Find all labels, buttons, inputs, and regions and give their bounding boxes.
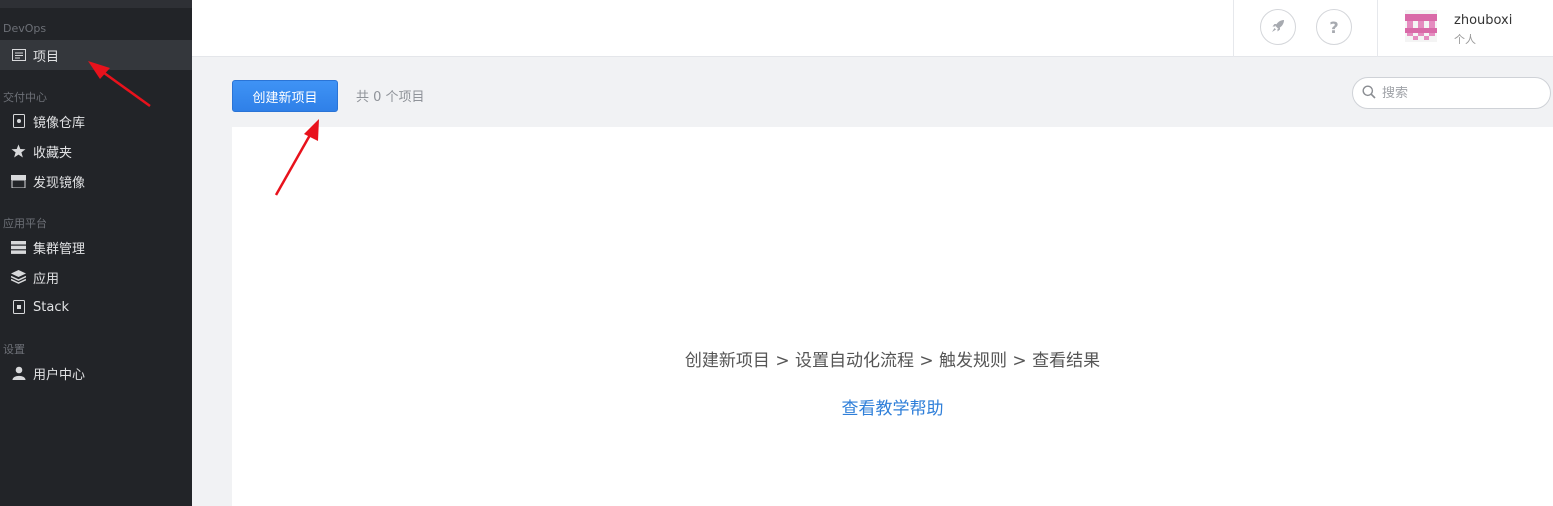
workflow-steps-text: 创建新项目 > 设置自动化流程 > 触发规则 > 查看结果 (684, 351, 1101, 371)
sidebar-section-settings: 设置 (3, 343, 25, 356)
search-box[interactable] (1352, 77, 1551, 109)
star-icon (11, 144, 26, 159)
stack-icon (11, 300, 26, 315)
user-icon (11, 366, 26, 381)
sidebar-item-favorites[interactable]: 收藏夹 (0, 136, 192, 166)
sidebar-item-label: 集群管理 (33, 241, 86, 257)
sidebar-top-strip (0, 0, 192, 8)
user-name[interactable]: zhouboxi (1454, 13, 1512, 28)
sidebar-item-label: 应用 (33, 271, 60, 287)
server-icon (11, 240, 26, 255)
store-icon (11, 174, 26, 189)
repository-icon (11, 114, 26, 129)
question-icon: ? (1329, 17, 1339, 37)
sidebar-item-projects[interactable]: 项目 (0, 40, 192, 70)
rocket-icon (1271, 18, 1285, 37)
sidebar-item-stack[interactable]: Stack (0, 292, 192, 322)
project-count: 共 0 个项目 (356, 90, 425, 105)
create-project-button[interactable]: 创建新项目 (232, 80, 338, 112)
sidebar-item-discover-images[interactable]: 发现镜像 (0, 166, 192, 196)
header-divider (1233, 0, 1234, 57)
sidebar-item-image-repository[interactable]: 镜像仓库 (0, 106, 192, 136)
sidebar-item-label: 项目 (33, 49, 60, 65)
sidebar-item-user-center[interactable]: 用户中心 (0, 358, 192, 388)
layers-icon (11, 270, 26, 285)
user-role: 个人 (1454, 33, 1476, 46)
search-icon (1362, 84, 1376, 103)
sidebar-section-delivery: 交付中心 (3, 91, 47, 104)
top-header: ? zhouboxi 个人 (192, 0, 1553, 57)
sidebar-item-label: 用户中心 (33, 367, 86, 383)
help-button[interactable]: ? (1316, 9, 1352, 45)
sidebar-item-applications[interactable]: 应用 (0, 262, 192, 292)
projects-panel: 创建新项目 > 设置自动化流程 > 触发规则 > 查看结果 查看教学帮助 (232, 127, 1553, 506)
avatar[interactable] (1405, 10, 1437, 42)
sidebar: DevOps 项目 交付中心 镜像仓库 收藏夹 发现镜像 应用平台 集群管理 应… (0, 0, 192, 506)
sidebar-section-app-platform: 应用平台 (3, 217, 47, 230)
folder-icon (11, 48, 26, 63)
header-divider (1377, 0, 1378, 57)
sidebar-item-label: 收藏夹 (33, 145, 73, 161)
sidebar-item-label: Stack (33, 299, 69, 315)
sidebar-section-devops: DevOps (3, 22, 47, 35)
sidebar-item-label: 镜像仓库 (33, 115, 86, 131)
tutorial-help-link[interactable]: 查看教学帮助 (232, 394, 1553, 419)
sidebar-item-cluster-management[interactable]: 集群管理 (0, 232, 192, 262)
rocket-button[interactable] (1260, 9, 1296, 45)
sidebar-item-label: 发现镜像 (33, 175, 86, 191)
search-input[interactable] (1382, 85, 1542, 101)
